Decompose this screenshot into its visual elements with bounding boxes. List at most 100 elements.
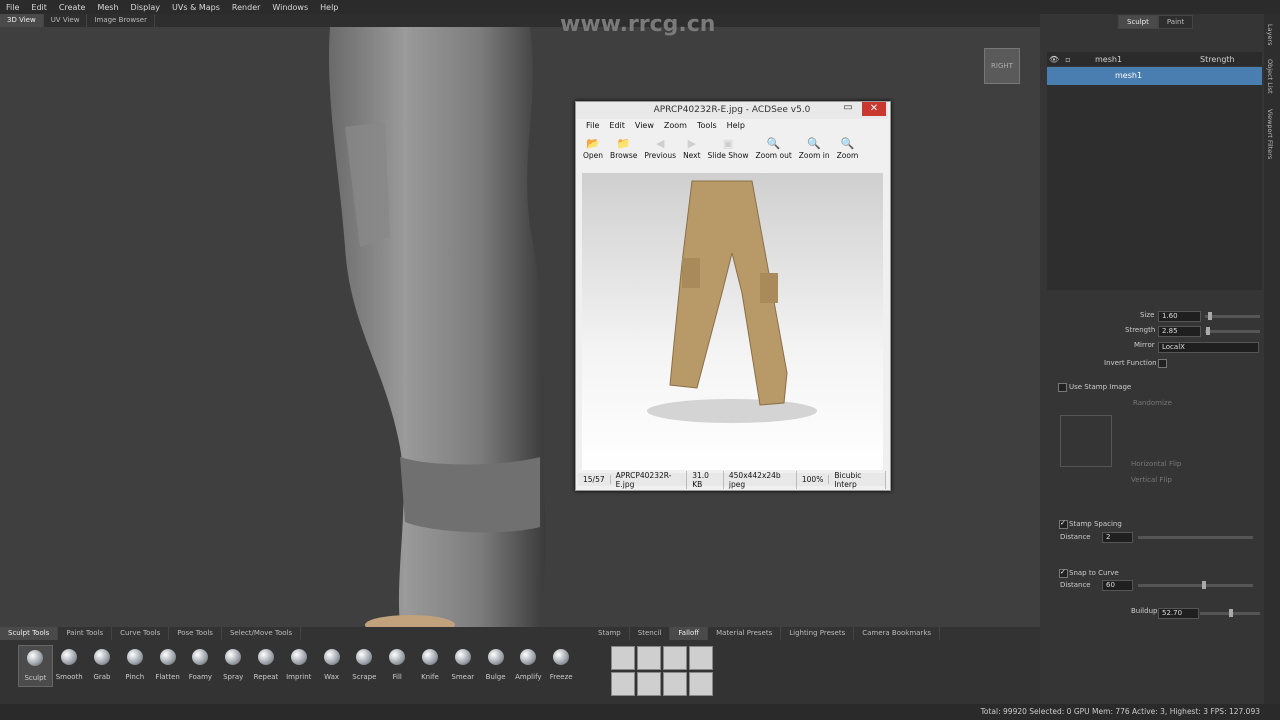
browse-button[interactable]: 📁 Browse	[608, 135, 639, 171]
tab-sculpt[interactable]: Sculpt	[1118, 15, 1158, 29]
zoom-in-button[interactable]: 🔍 Zoom in	[797, 135, 832, 171]
close-button[interactable]: ✕	[862, 102, 886, 116]
falloff-preset[interactable]	[611, 646, 635, 670]
tool-bulge[interactable]: Bulge	[479, 645, 512, 687]
button-label: Slide Show	[707, 151, 749, 160]
minimize-button[interactable]: ▭	[840, 102, 856, 116]
next-button[interactable]: ▶ Next	[681, 135, 702, 171]
falloff-preset[interactable]	[689, 672, 713, 696]
menu-windows[interactable]: Windows	[266, 3, 314, 12]
bulge-icon	[487, 649, 504, 665]
menu-help[interactable]: Help	[314, 3, 344, 12]
menu-uvs-maps[interactable]: UVs & Maps	[166, 3, 226, 12]
menu-render[interactable]: Render	[226, 3, 266, 12]
size-field[interactable]: 1.60	[1158, 311, 1201, 322]
tool-label: Smear	[451, 673, 475, 681]
menu-mesh[interactable]: Mesh	[91, 3, 124, 12]
acdsee-menu-view[interactable]: View	[630, 121, 659, 130]
acdsee-menu-file[interactable]: File	[581, 121, 604, 130]
buildup-knob[interactable]	[1229, 609, 1233, 617]
view-cube[interactable]: RIGHT	[984, 48, 1020, 84]
strength-slider-knob[interactable]	[1206, 327, 1210, 335]
layer-row[interactable]: mesh1	[1047, 67, 1262, 85]
tool-smooth[interactable]: Smooth	[53, 645, 86, 687]
mirror-dropdown[interactable]: LocalX	[1158, 342, 1259, 353]
snap-distance-field[interactable]: 60	[1102, 580, 1133, 591]
menu-edit[interactable]: Edit	[25, 3, 53, 12]
randomize-label: Randomize	[1133, 399, 1172, 407]
menu-display[interactable]: Display	[125, 3, 167, 12]
tab-image-browser[interactable]: Image Browser	[87, 14, 155, 27]
lock-icon[interactable]: ▫	[1061, 55, 1075, 64]
tab-pose-tools[interactable]: Pose Tools	[169, 627, 222, 640]
tool-repeat[interactable]: Repeat	[250, 645, 283, 687]
snap-distance-knob[interactable]	[1202, 581, 1206, 589]
snap-distance-slider[interactable]	[1138, 584, 1253, 587]
use-stamp-image-checkbox[interactable]	[1058, 383, 1067, 392]
slide-show-button[interactable]: ▣ Slide Show	[706, 135, 751, 171]
strength-field[interactable]: 2.85	[1158, 326, 1201, 337]
distance-field[interactable]: 2	[1102, 532, 1133, 543]
tool-amplify[interactable]: Amplify	[512, 645, 545, 687]
tool-freeze[interactable]: Freeze	[545, 645, 578, 687]
tool-flatten[interactable]: Flatten	[151, 645, 184, 687]
tab-uv-view[interactable]: UV View	[44, 14, 88, 27]
zoom-out-button[interactable]: 🔍 Zoom out	[753, 135, 793, 171]
tab-stencil[interactable]: Stencil	[630, 627, 671, 640]
menu-file[interactable]: File	[0, 3, 25, 12]
invert-function-checkbox[interactable]	[1158, 359, 1167, 368]
menu-create[interactable]: Create	[53, 3, 92, 12]
falloff-preset[interactable]	[611, 672, 635, 696]
acdsee-menu-edit[interactable]: Edit	[604, 121, 630, 130]
previous-button[interactable]: ◀ Previous	[642, 135, 678, 171]
tool-knife[interactable]: Knife	[414, 645, 447, 687]
buildup-field[interactable]: 52.70	[1158, 608, 1199, 619]
tab-paint-tools[interactable]: Paint Tools	[58, 627, 113, 640]
tool-label: Smooth	[55, 673, 83, 681]
tool-scrape[interactable]: Scrape	[348, 645, 381, 687]
tool-pinch[interactable]: Pinch	[118, 645, 151, 687]
size-slider[interactable]	[1205, 315, 1260, 318]
acdsee-menu-zoom[interactable]: Zoom	[659, 121, 692, 130]
open-button[interactable]: 📂 Open	[581, 135, 605, 171]
tab-layers[interactable]: Layers	[1266, 24, 1274, 46]
falloff-preset[interactable]	[663, 646, 687, 670]
strength-slider[interactable]	[1205, 330, 1260, 333]
tool-wax[interactable]: Wax	[315, 645, 348, 687]
acdsee-menu-tools[interactable]: Tools	[692, 121, 722, 130]
tab-camera-bookmarks[interactable]: Camera Bookmarks	[854, 627, 941, 640]
tab-select-move-tools[interactable]: Select/Move Tools	[222, 627, 302, 640]
snap-to-curve-checkbox[interactable]	[1059, 568, 1068, 578]
tab-object-list[interactable]: Object List	[1266, 59, 1274, 94]
tool-spray[interactable]: Spray	[217, 645, 250, 687]
previous-icon: ◀	[655, 137, 665, 150]
acdsee-menu-help[interactable]: Help	[722, 121, 750, 130]
stamp-image-slot[interactable]	[1060, 415, 1112, 467]
tool-smear[interactable]: Smear	[446, 645, 479, 687]
tab-3d-view[interactable]: 3D View	[0, 14, 44, 27]
tool-sculpt[interactable]: Sculpt	[18, 645, 53, 687]
tool-foamy[interactable]: Foamy	[184, 645, 217, 687]
falloff-preset[interactable]	[637, 672, 661, 696]
falloff-preset[interactable]	[689, 646, 713, 670]
tool-fill[interactable]: Fill	[381, 645, 414, 687]
tool-imprint[interactable]: Imprint	[282, 645, 315, 687]
tab-curve-tools[interactable]: Curve Tools	[112, 627, 170, 640]
close-icon: ✕	[869, 103, 879, 114]
falloff-preset[interactable]	[637, 646, 661, 670]
size-slider-knob[interactable]	[1208, 312, 1212, 320]
tab-material-presets[interactable]: Material Presets	[708, 627, 782, 640]
tab-viewport-filters[interactable]: Viewport Filters	[1266, 109, 1274, 159]
tab-falloff[interactable]: Falloff	[670, 627, 709, 640]
tab-stamp[interactable]: Stamp	[590, 627, 630, 640]
tab-sculpt-tools[interactable]: Sculpt Tools	[0, 627, 59, 640]
tab-paint[interactable]: Paint	[1157, 15, 1194, 29]
distance-slider[interactable]	[1138, 536, 1253, 539]
eye-icon[interactable]: 👁	[1047, 55, 1061, 64]
wax-icon	[323, 649, 340, 665]
falloff-preset[interactable]	[663, 672, 687, 696]
stamp-spacing-checkbox[interactable]	[1059, 519, 1068, 529]
tool-grab[interactable]: Grab	[86, 645, 119, 687]
zoom-button[interactable]: 🔍 Zoom	[835, 135, 861, 171]
tab-lighting-presets[interactable]: Lighting Presets	[781, 627, 855, 640]
